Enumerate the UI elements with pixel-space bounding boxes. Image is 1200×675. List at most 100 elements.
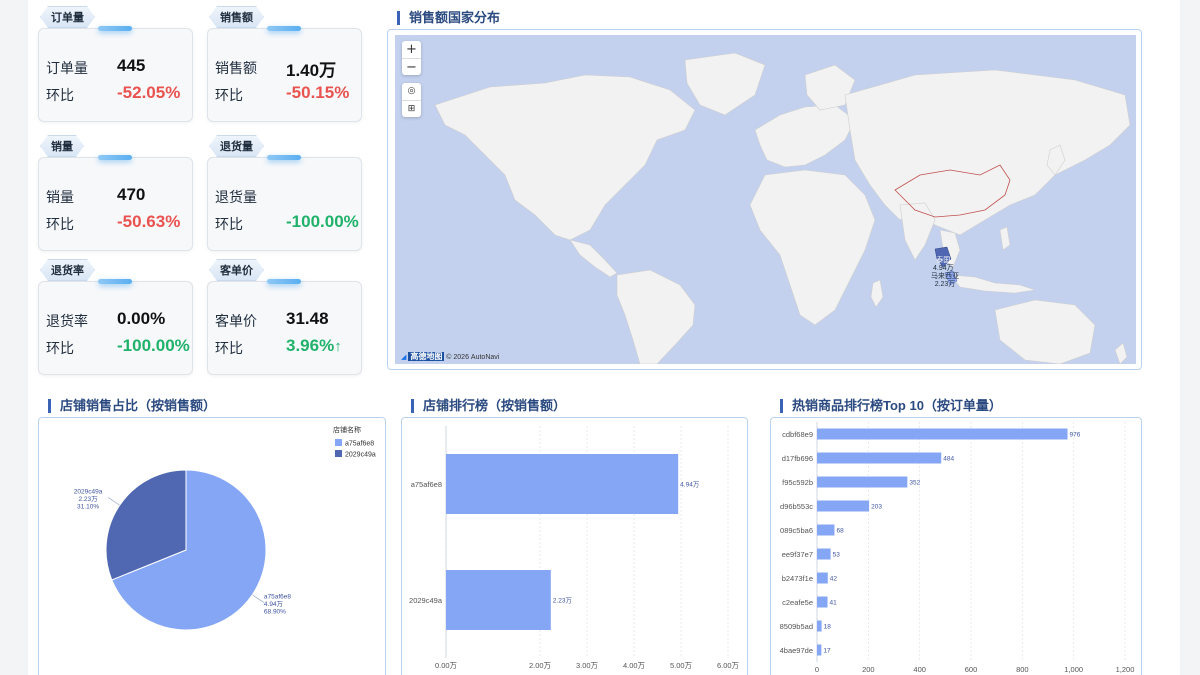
bar[interactable] — [446, 570, 551, 630]
map-panel: + − ◎ ⊞ 泰国 4.94万 马来西亚 2.23万 ◢ 高德地图 © 202… — [387, 29, 1142, 370]
map-label-name: 马来西亚 — [931, 273, 959, 280]
pie-title: 店铺销售占比（按销售额） — [48, 398, 216, 414]
bar-value-label: 4.94万 — [680, 481, 700, 489]
map-title: 销售额国家分布 — [397, 10, 500, 26]
kpi-accent-bar — [98, 155, 132, 160]
kpi-change-label: 环比 — [46, 216, 74, 232]
x-tick-label: 3.00万 — [576, 661, 599, 670]
pie-label: 31.10% — [77, 503, 99, 510]
arrow-up-icon: ↑ — [334, 338, 342, 355]
scrollbar-track[interactable] — [1180, 0, 1200, 675]
kpi-change-text: -50.15% — [286, 83, 350, 102]
kpi-value: 31.48 — [286, 309, 329, 328]
bar-value-label: 53 — [833, 552, 841, 559]
product-rank-chart: 0 200 400 600 800 1,000 1,200 cdbf68e9 976 d17fb6… — [780, 422, 1134, 674]
category-label: d96b553c — [780, 502, 813, 511]
bar[interactable] — [817, 596, 828, 608]
x-tick-label: 400 — [913, 665, 926, 674]
layer-icon[interactable]: ⊞ — [402, 100, 421, 117]
pie-legend-title: 店铺名称 — [333, 425, 361, 434]
map-land-svg — [434, 52, 1131, 364]
pie-label: a75af6e8 — [264, 594, 291, 601]
store-rank-chart: 0.00万 2.00万 3.00万 4.00万 5.00万 6.00万 a75af6e8 4.… — [409, 426, 740, 670]
bar[interactable] — [817, 524, 835, 536]
store-rank-panel: 0.00万 2.00万 3.00万 4.00万 5.00万 6.00万 a75af6e8 4.… — [401, 417, 748, 675]
category-label: a75af6e8 — [411, 480, 442, 489]
kpi-label: 退货量 — [215, 189, 257, 205]
pie-legend-swatch[interactable] — [335, 439, 342, 446]
kpi-value: 1.40万 — [286, 61, 337, 80]
bar-value-label: 976 — [1070, 432, 1081, 439]
pie-legend-swatch[interactable] — [335, 450, 342, 457]
bar[interactable] — [817, 500, 870, 512]
kpi-tag: 退货量 — [209, 135, 264, 157]
zoom-out-button[interactable]: − — [402, 58, 421, 75]
kpi-card: 退货率 退货率 0.00% 环比 -100.00% — [38, 259, 193, 375]
compass-icon[interactable]: ◎ — [402, 83, 421, 100]
pie-legend-item[interactable]: a75af6e8 — [345, 441, 374, 448]
kpi-tag: 销量 — [40, 135, 84, 157]
kpi-change-label: 环比 — [215, 87, 243, 103]
kpi-label: 订单量 — [46, 60, 88, 76]
bar-value-label: 352 — [909, 480, 920, 487]
category-label: 4bae97de — [780, 646, 813, 655]
kpi-change-label: 环比 — [215, 216, 243, 232]
kpi-label: 客单价 — [215, 313, 257, 329]
map-label-value: 4.94万 — [933, 265, 954, 272]
kpi-change-value: -50.63% — [117, 212, 180, 232]
bar-value-label: 42 — [830, 576, 838, 583]
pie-label-line — [252, 594, 265, 603]
map-label-malaysia: 马来西亚 2.23万 — [931, 273, 959, 289]
bar[interactable] — [817, 428, 1068, 440]
zoom-in-button[interactable]: + — [402, 41, 421, 58]
bar-value-label: 41 — [830, 600, 838, 607]
kpi-tag: 客单价 — [209, 259, 264, 281]
bar[interactable] — [817, 644, 822, 656]
category-label: b2473f1e — [782, 574, 813, 583]
kpi-tag: 销售额 — [209, 6, 264, 28]
pie-legend-item[interactable]: 2029c49a — [345, 452, 376, 459]
kpi-change-text: -100.00% — [286, 212, 359, 231]
kpi-tag: 退货率 — [40, 259, 95, 281]
bar-value-label: 2.23万 — [553, 597, 573, 605]
kpi-value: 445 — [117, 56, 146, 75]
x-tick-label: 200 — [862, 665, 875, 674]
kpi-change-value: -100.00% — [286, 212, 359, 232]
kpi-change-value: -50.15% — [286, 83, 349, 103]
category-label: cdbf68e9 — [782, 430, 813, 439]
kpi-change-text: -52.05% — [117, 83, 181, 102]
kpi-change-text: -100.00% — [117, 336, 190, 355]
bar[interactable] — [817, 452, 942, 464]
bar-value-label: 203 — [871, 504, 882, 511]
product-rank-title: 热销商品排行榜Top 10（按订单量） — [780, 398, 1002, 414]
kpi-label: 销售额 — [215, 60, 257, 76]
category-label: 089c5ba6 — [780, 526, 813, 535]
pie-chart: a75af6e84.94万68.90%2029c49a2.23万31.10%店铺… — [74, 425, 376, 631]
kpi-label: 退货率 — [46, 313, 88, 329]
x-tick-label: 1,000 — [1064, 665, 1083, 674]
bar[interactable] — [446, 454, 679, 514]
bar[interactable] — [817, 620, 822, 632]
world-map[interactable]: + − ◎ ⊞ 泰国 4.94万 马来西亚 2.23万 ◢ 高德地图 © 202… — [395, 35, 1136, 364]
bar[interactable] — [817, 548, 831, 560]
dashboard: 订单量 订单量 445 环比 -52.05% 销售额 销售额 1.40万 环比 -50.15% 销量… — [0, 0, 1200, 675]
x-tick-label: 600 — [965, 665, 978, 674]
x-tick-label: 4.00万 — [623, 661, 646, 670]
amap-logo-icon[interactable]: ◢ — [401, 354, 406, 361]
x-tick-label: 2.00万 — [529, 661, 552, 670]
kpi-label: 销量 — [46, 189, 74, 205]
map-label-name: 泰国 — [936, 257, 951, 264]
amap-logo-text[interactable]: 高德地图 — [408, 352, 445, 361]
map-label-thailand: 泰国 4.94万 — [933, 257, 954, 273]
bar[interactable] — [817, 476, 908, 488]
x-tick-label: 6.00万 — [717, 661, 740, 670]
zoom-control: + − — [402, 41, 421, 75]
category-label: 2029c49a — [409, 596, 443, 605]
x-tick-label: 800 — [1016, 665, 1029, 674]
kpi-card: 销量 销量 470 环比 -50.63% — [38, 135, 193, 251]
bar[interactable] — [817, 572, 828, 584]
x-tick-label: 5.00万 — [670, 661, 693, 670]
pie-label-line — [107, 497, 120, 506]
kpi-accent-bar — [98, 279, 132, 284]
kpi-card: 退货量 退货量 环比 -100.00% — [207, 135, 362, 251]
